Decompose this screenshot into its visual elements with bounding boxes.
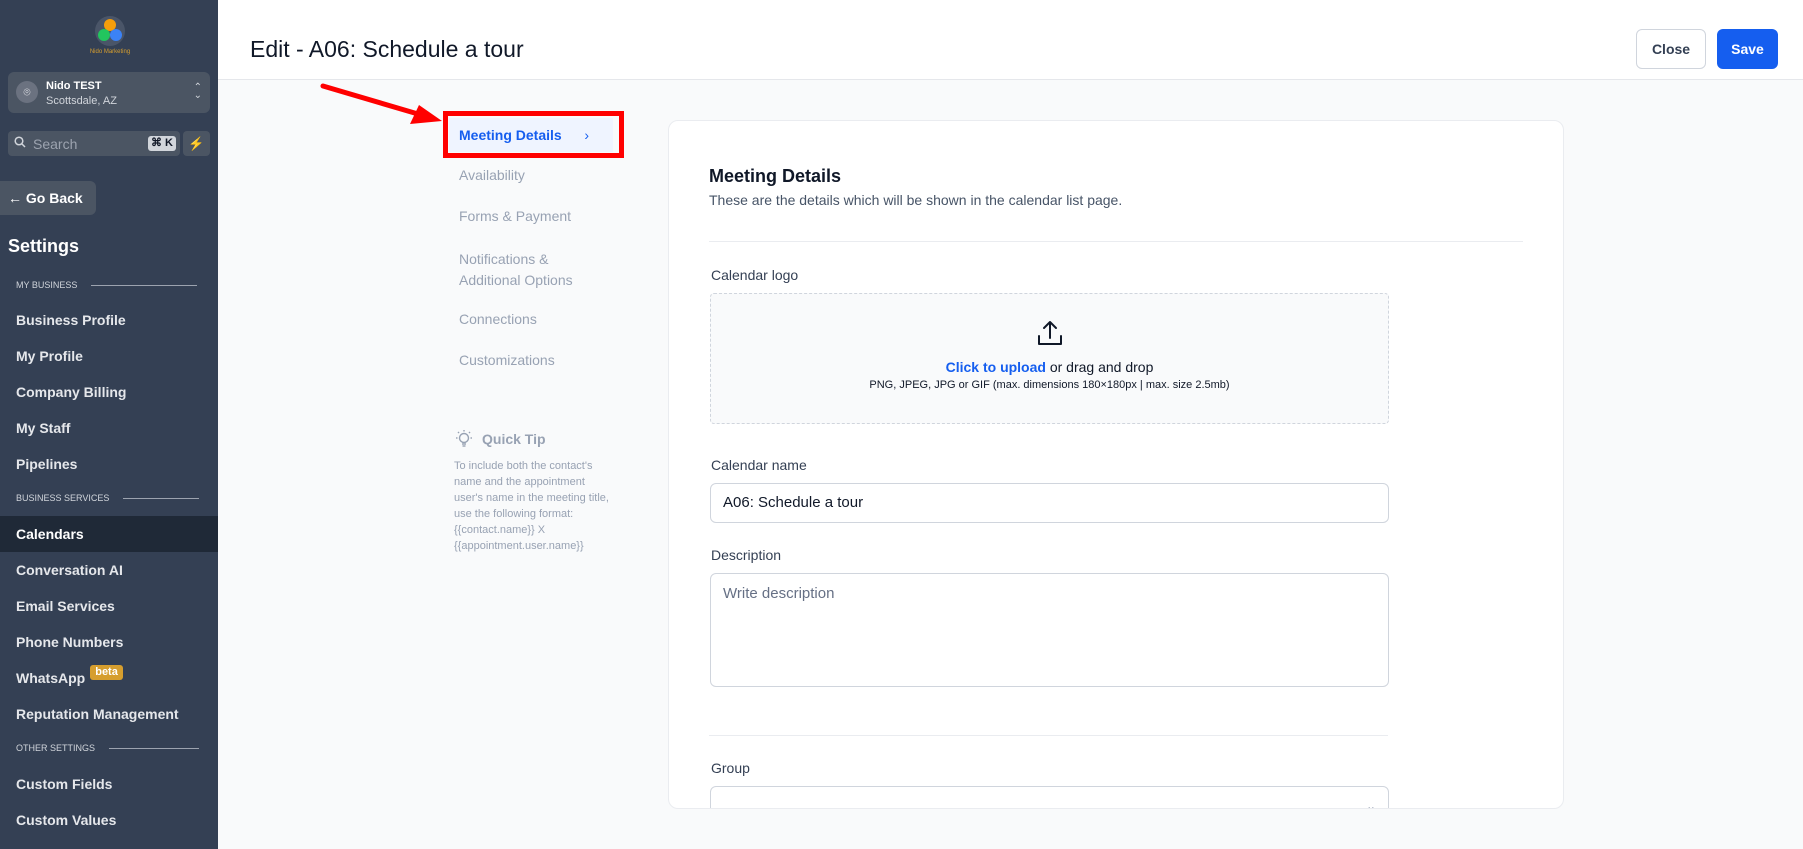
description-label: Description [711, 547, 782, 563]
card-subtitle: These are the details which will be show… [709, 192, 1123, 208]
sidebar-item-conversation-ai[interactable]: Conversation AI [0, 552, 218, 588]
upload-icon [1037, 321, 1062, 345]
calendar-name-label: Calendar name [711, 457, 807, 473]
divider [709, 241, 1523, 242]
tab-meeting-details[interactable]: Meeting Details › [449, 118, 613, 152]
logo-mark-icon [95, 16, 125, 46]
account-location: Scottsdale, AZ [46, 95, 117, 107]
quick-tip: Quick Tip To include both the contact's … [454, 429, 614, 554]
quick-tip-body: To include both the contact's name and t… [454, 460, 609, 552]
close-button[interactable]: Close [1636, 29, 1706, 69]
sidebar-item-business-profile[interactable]: Business Profile [0, 302, 218, 338]
group-label: Group [711, 760, 750, 776]
page-header: Edit - A06: Schedule a tour Close Save [218, 0, 1803, 80]
search-icon [14, 136, 26, 151]
sidebar-item-my-staff[interactable]: My Staff [0, 410, 218, 446]
logo-upload-dropzone[interactable]: Click to upload or drag and drop PNG, JP… [710, 293, 1389, 424]
drag-drop-text: or drag and drop [1049, 359, 1154, 375]
go-back-button[interactable]: ← Go Back [0, 181, 96, 215]
sidebar-item-custom-fields[interactable]: Custom Fields [0, 766, 218, 802]
tab-availability[interactable]: Availability [449, 167, 609, 183]
quick-tip-title: Quick Tip [482, 431, 546, 447]
page-title: Edit - A06: Schedule a tour [250, 36, 524, 62]
lightbulb-icon [456, 430, 472, 447]
description-textarea[interactable]: Write description [710, 573, 1389, 687]
card-title: Meeting Details [709, 166, 842, 186]
annotation-arrow-icon [320, 83, 442, 124]
sidebar-item-calendars[interactable]: Calendars [0, 516, 218, 552]
go-back-label: Go Back [25, 190, 83, 206]
section-other-settings: OTHER SETTINGS [16, 743, 200, 753]
tab-connections[interactable]: Connections [449, 311, 609, 327]
sidebar-item-label: WhatsApp [16, 670, 86, 686]
sidebar-item-email-services[interactable]: Email Services [0, 588, 218, 624]
save-button[interactable]: Save [1717, 29, 1778, 69]
settings-title: Settings [8, 236, 80, 256]
sidebar-item-whatsapp[interactable]: WhatsApp beta [0, 660, 218, 696]
tab-forms-payment[interactable]: Forms & Payment [449, 208, 609, 224]
calendar-logo-label: Calendar logo [711, 267, 799, 283]
sidebar: Nido Marketing ⌾ Nido TEST Scottsdale, A… [0, 0, 218, 849]
account-name: Nido TEST [46, 80, 102, 92]
meeting-details-card: Meeting Details These are the details wh… [668, 120, 1564, 809]
sidebar-item-phone-numbers[interactable]: Phone Numbers [0, 624, 218, 660]
search-placeholder: Search [33, 136, 78, 152]
location-pin-icon: ⌾ [16, 81, 38, 103]
sidebar-item-my-profile[interactable]: My Profile [0, 338, 218, 374]
tab-label: Meeting Details [459, 127, 562, 143]
search-shortcut: ⌘ K [148, 136, 176, 151]
account-switcher[interactable]: ⌾ Nido TEST Scottsdale, AZ ⌃ ⌄ [8, 72, 210, 113]
tab-notifications[interactable]: Notifications & Additional Options [449, 249, 599, 291]
chevron-up-down-icon: ⌃ ⌄ [193, 82, 202, 101]
chevron-right-icon: › [584, 127, 589, 143]
group-select[interactable]: ⌄ [710, 786, 1389, 809]
sidebar-item-company-billing[interactable]: Company Billing [0, 374, 218, 410]
section-business-services: BUSINESS SERVICES [16, 493, 200, 503]
search-input[interactable]: Search ⌘ K [8, 131, 180, 156]
chevron-down-icon: ⌄ [1365, 799, 1376, 809]
brand-logo[interactable]: Nido Marketing [80, 16, 140, 58]
sidebar-item-custom-values[interactable]: Custom Values [0, 802, 218, 838]
sidebar-item-pipelines[interactable]: Pipelines [0, 446, 218, 482]
divider [709, 735, 1388, 736]
click-to-upload-link[interactable]: Click to upload [946, 359, 1046, 375]
logo-text: Nido Marketing [89, 49, 131, 55]
calendar-name-input[interactable]: A06: Schedule a tour [710, 483, 1389, 523]
quick-action-bolt-icon[interactable]: ⚡ [183, 131, 210, 156]
upload-hint: PNG, JPEG, JPG or GIF (max. dimensions 1… [869, 379, 1230, 391]
section-my-business: MY BUSINESS [16, 280, 198, 290]
tab-customizations[interactable]: Customizations [449, 352, 609, 368]
sidebar-item-reputation-management[interactable]: Reputation Management [0, 696, 218, 732]
arrow-left-icon: ← [8, 190, 22, 206]
beta-badge: beta [90, 665, 123, 680]
